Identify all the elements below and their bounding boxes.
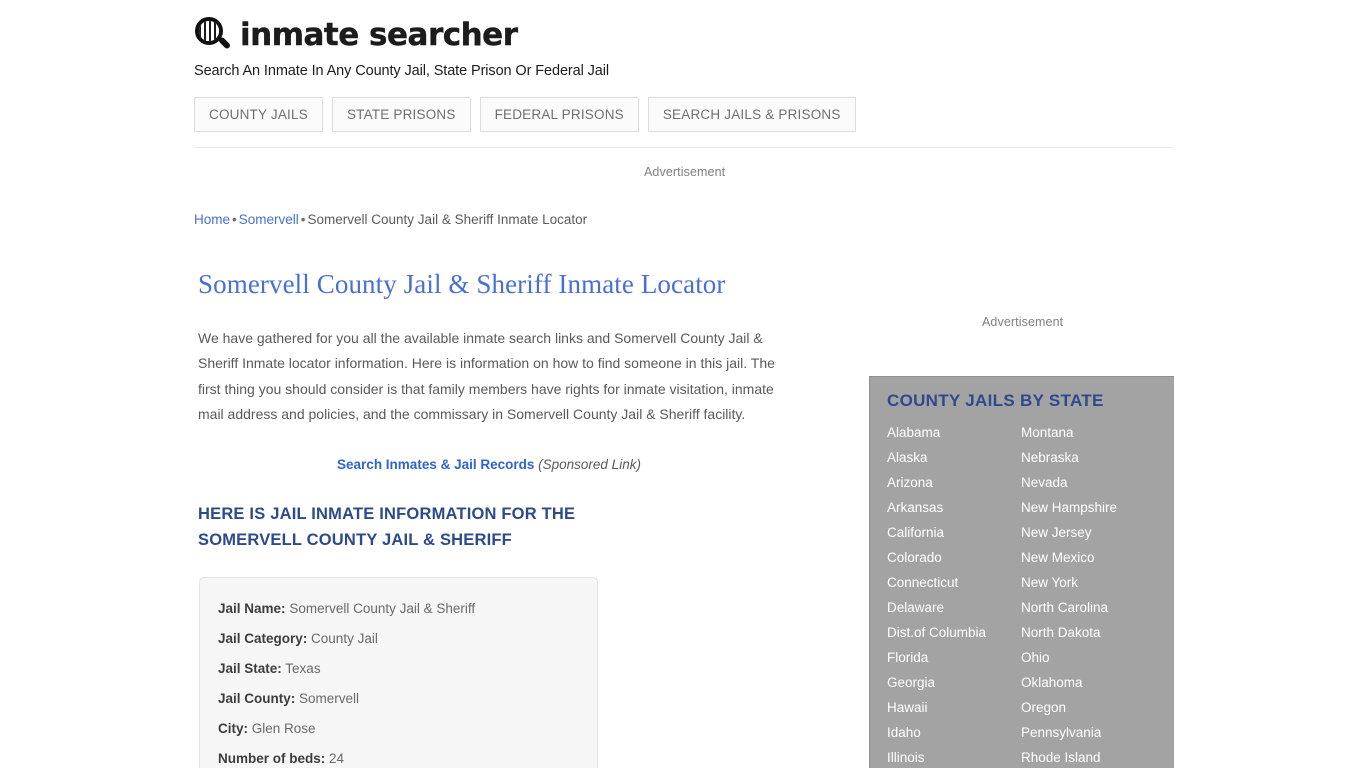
info-row-city: City: Glen Rose (218, 714, 597, 744)
state-link-new-mexico[interactable]: New Mexico (1021, 545, 1174, 570)
magnifier-prison-bars-icon (194, 15, 234, 55)
info-value: Glen Rose (251, 720, 316, 736)
state-link-arkansas[interactable]: Arkansas (887, 495, 1021, 520)
state-link-oklahoma[interactable]: Oklahoma (1021, 670, 1174, 695)
main-content: Home • Somervell • Somervell County Jail & S… (194, 210, 794, 768)
state-link-dist-of-columbia[interactable]: Dist.of Columbia (887, 620, 1021, 645)
section-title: HERE IS JAIL INMATE INFORMATION FOR THE … (198, 504, 576, 549)
sidebar-advertisement-label: Advertisement (982, 315, 1064, 329)
nav-item-county-jails[interactable]: COUNTY JAILS (194, 97, 323, 132)
state-link-alabama[interactable]: Alabama (887, 420, 1021, 445)
nav-item-search-jails-prisons[interactable]: SEARCH JAILS & PRISONS (647, 97, 856, 132)
info-label: Jail Name: (218, 600, 286, 616)
main-navigation: COUNTY JAILS STATE PRISONS FEDERAL PRISO… (194, 97, 856, 132)
logo-text: inmate searcher (240, 16, 518, 53)
sponsored-link-row: Search Inmates & Jail Records (Sponsored… (194, 457, 784, 472)
info-value: Somervell County Jail & Sheriff (289, 600, 476, 616)
state-link-connecticut[interactable]: Connecticut (887, 570, 1021, 595)
site-header: inmate searcher Search An Inmate In Any … (194, 12, 1174, 79)
info-row-jail-category: Jail Category: County Jail (218, 624, 597, 654)
info-label: Jail State: (218, 660, 282, 676)
state-link-illinois[interactable]: Illinois (887, 745, 1021, 768)
info-row-jail-name: Jail Name: Somervell County Jail & Sheri… (218, 594, 597, 624)
state-link-colorado[interactable]: Colorado (887, 545, 1021, 570)
top-advertisement-label: Advertisement (644, 165, 726, 179)
nav-item-state-prisons[interactable]: STATE PRISONS (331, 97, 471, 132)
sidebar-title: COUNTY JAILS BY STATE (887, 391, 1104, 410)
info-value: 24 (329, 750, 345, 766)
breadcrumb: Home • Somervell • Somervell County Jail & S… (194, 210, 794, 230)
breadcrumb-county[interactable]: Somervell (239, 212, 299, 227)
info-label: Number of beds: (218, 750, 326, 766)
state-link-hawaii[interactable]: Hawaii (887, 695, 1021, 720)
info-value: Somervell (299, 690, 360, 706)
state-link-delaware[interactable]: Delaware (887, 595, 1021, 620)
info-value: Texas (285, 660, 321, 676)
state-link-new-york[interactable]: New York (1021, 570, 1174, 595)
state-link-pennsylvania[interactable]: Pennsylvania (1021, 720, 1174, 745)
breadcrumb-separator-1: • (232, 212, 237, 227)
state-link-north-dakota[interactable]: North Dakota (1021, 620, 1174, 645)
site-tagline: Search An Inmate In Any County Jail, Sta… (194, 63, 610, 79)
breadcrumb-current: Somervell County Jail & Sheriff Inmate L… (307, 212, 588, 227)
state-link-new-hampshire[interactable]: New Hampshire (1021, 495, 1174, 520)
state-link-rhode-island[interactable]: Rhode Island (1021, 745, 1174, 768)
state-link-california[interactable]: California (887, 520, 1021, 545)
state-link-north-carolina[interactable]: North Carolina (1021, 595, 1174, 620)
county-jails-by-state-panel: COUNTY JAILS BY STATE Alabama Montana Al… (869, 376, 1174, 768)
state-link-arizona[interactable]: Arizona (887, 470, 1021, 495)
info-row-jail-state: Jail State: Texas (218, 654, 597, 684)
state-link-new-jersey[interactable]: New Jersey (1021, 520, 1174, 545)
header-divider (194, 147, 1173, 148)
info-label: City: (218, 720, 248, 736)
breadcrumb-home[interactable]: Home (194, 212, 230, 227)
info-row-jail-county: Jail County: Somervell (218, 684, 597, 714)
state-link-idaho[interactable]: Idaho (887, 720, 1021, 745)
state-link-montana[interactable]: Montana (1021, 420, 1174, 445)
intro-paragraph: We have gathered for you all the availab… (198, 329, 775, 423)
page-root: inmate searcher Search An Inmate In Any … (0, 0, 1366, 768)
breadcrumb-separator-2: • (300, 212, 306, 227)
sponsored-note: (Sponsored Link) (538, 456, 641, 472)
state-link-nevada[interactable]: Nevada (1021, 470, 1174, 495)
nav-item-federal-prisons[interactable]: FEDERAL PRISONS (479, 97, 639, 132)
state-link-alaska[interactable]: Alaska (887, 445, 1021, 470)
state-link-oregon[interactable]: Oregon (1021, 695, 1174, 720)
logo[interactable]: inmate searcher (194, 12, 1174, 58)
state-link-nebraska[interactable]: Nebraska (1021, 445, 1174, 470)
search-inmates-jail-records-link[interactable]: Search Inmates & Jail Records (337, 457, 534, 472)
state-link-georgia[interactable]: Georgia (887, 670, 1021, 695)
info-row-number-of-beds: Number of beds: 24 (218, 744, 597, 768)
jail-info-box: Jail Name: Somervell County Jail & Sheri… (199, 576, 598, 768)
info-value: County Jail (311, 630, 378, 646)
info-label: Jail County: (218, 690, 296, 706)
page-title: Somervell County Jail & Sheriff Inmate L… (198, 269, 726, 299)
state-link-ohio[interactable]: Ohio (1021, 645, 1174, 670)
state-link-florida[interactable]: Florida (887, 645, 1021, 670)
state-links-grid: Alabama Montana Alaska Nebraska Arizona … (887, 420, 1174, 768)
info-label: Jail Category: (218, 630, 308, 646)
